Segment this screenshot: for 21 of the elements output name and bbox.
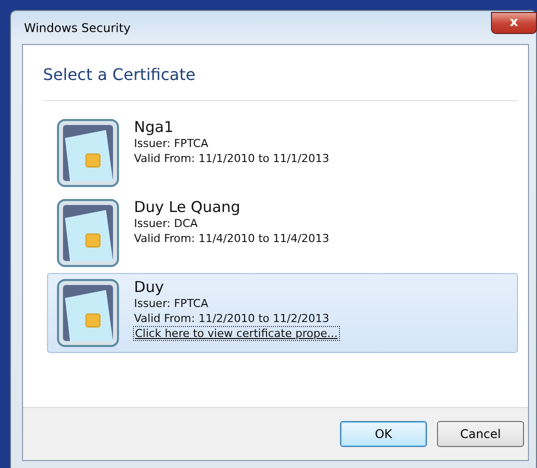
certificate-issuer: Issuer: FPTCA <box>134 136 210 151</box>
window-title: Windows Security <box>23 20 131 34</box>
certificate-issuer: Issuer: DCA <box>134 216 199 231</box>
ok-button[interactable]: OK <box>340 421 427 447</box>
smart-card-icon <box>56 198 120 268</box>
certificate-item[interactable]: Nga1 Issuer: FPTCA Valid From: 11/1/2010 to 11/1/2013 <box>47 113 518 193</box>
certificate-name: Duy Le Quang <box>134 198 242 216</box>
smart-card-icon <box>56 118 120 188</box>
certificate-validity: Valid From: 11/4/2010 to 11/4/2013 <box>134 231 330 246</box>
smart-card-icon <box>56 278 120 348</box>
close-button[interactable]: x <box>491 12 537 34</box>
certificate-validity: Valid From: 11/1/2010 to 11/1/2013 <box>134 151 330 166</box>
dialog-heading: Select a Certificate <box>43 45 518 101</box>
certificate-issuer: Issuer: FPTCA <box>134 296 210 311</box>
cancel-button[interactable]: Cancel <box>437 421 524 447</box>
certificate-name: Duy <box>134 278 165 296</box>
certificate-item[interactable]: Duy Le Quang Issuer: DCA Valid From: 11/4/2010 to 11/4/2013 <box>47 193 518 273</box>
certificate-item[interactable]: Duy Issuer: FPTCA Valid From: 11/2/2010 to 11/2/2013 Click here to view certificate prope... <box>47 273 518 353</box>
certificate-name: Nga1 <box>134 118 174 136</box>
certificate-validity: Valid From: 11/2/2010 to 11/2/2013 <box>134 311 330 326</box>
certificate-properties-link[interactable]: Click here to view certificate prope... <box>134 327 339 340</box>
